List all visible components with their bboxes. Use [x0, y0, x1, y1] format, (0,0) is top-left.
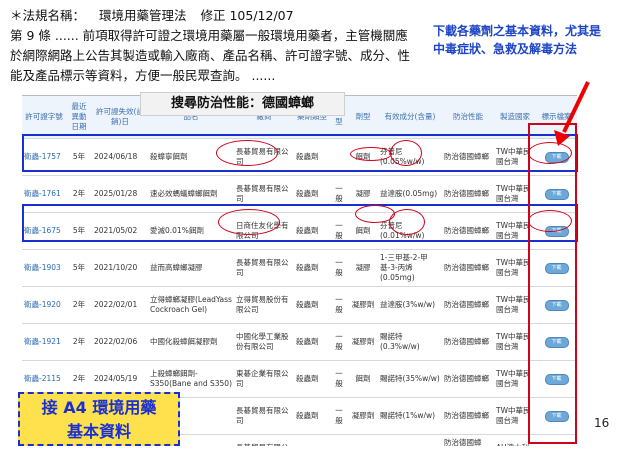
table-cell: 立得蟑螂凝膠(LeadYass Cockroach Gel) [148, 286, 234, 324]
table-cell: 賜諾特(0.3%w/w) [378, 323, 442, 361]
table-row: 衛蟲-1920 2年 2022/02/01 立得蟑螂凝膠(LeadYass Cockr… [22, 286, 577, 324]
table-cell: 凝膠 [348, 249, 378, 287]
table-cell: 一般 [330, 397, 348, 435]
table-cell: 凝膠劑 [348, 434, 378, 446]
table-cell: 防治德國蟑螂 [442, 249, 494, 287]
attachment-line-2: 基本資料 [66, 422, 131, 441]
table-cell: 2022/02/06 [92, 323, 148, 361]
pointer-arrow-icon [554, 81, 590, 146]
table-cell: 賜諾特(35%w/w) [378, 360, 442, 398]
table-cell: 2年 [66, 286, 92, 324]
table-cell: 殺蟲劑 [294, 360, 330, 398]
table-cell: 殺蟲劑 [294, 249, 330, 287]
search-banner: 搜尋防治性能：德國蟑螂 [140, 92, 345, 116]
download-note: 下載各藥劑之基本資料，尤其是 中毒症狀、急救及解毒方法 [433, 22, 633, 58]
table-cell: 2年 [66, 323, 92, 361]
table-cell: 一般 [330, 360, 348, 398]
table-cell: 長碁貿易有限公司 [234, 434, 294, 446]
law-revision: 修正 105/12/07 [200, 8, 294, 23]
table-cell: 一般 [330, 434, 348, 446]
table-cell: 防治德國蟑螂 [442, 286, 494, 324]
table-cell: 2021/10/20 [92, 249, 148, 287]
table-cell: 殺蟲劑 [294, 323, 330, 361]
table-cell: 防治德國蟑螂、家蠅、淡色庫蚊 [442, 434, 494, 446]
table-cell: 東碁企業有限公司 [234, 360, 294, 398]
article-text: 第 9 條 ...... 前項取得許可證之環境用藥屬一般環境用藥者，主管機關應於… [10, 28, 411, 83]
attachment-line-1: 接 A4 環境用藥 [41, 398, 157, 417]
note-line-1: 下載各藥劑之基本資料，尤其是 [433, 24, 602, 38]
table-cell: 殺蟲劑 [294, 286, 330, 324]
table-cell: 中國化殺蟑餌凝膠劑 [148, 323, 234, 361]
table-cell: 一般 [330, 249, 348, 287]
highlight-row-3 [22, 204, 578, 242]
table-cell: 凝膠劑 [348, 397, 378, 435]
table-row: 衛蟲-1921 2年 2022/02/06 中國化殺蟑餌凝膠劑 中國化學工業股份有限公司… [22, 323, 577, 361]
table-cell: 餌劑 [348, 360, 378, 398]
table-cell: 一般 [330, 286, 348, 324]
column-header[interactable]: 有效成分(含量) [378, 96, 442, 139]
table-cell: 益而高蟑螂凝膠 [148, 249, 234, 287]
table-cell: 凝膠劑 [348, 323, 378, 361]
license-number-link[interactable]: 衛蟲-1921 [22, 323, 66, 361]
attachment-label: 接 A4 環境用藥 基本資料 [18, 392, 180, 446]
table-cell: 長碁貿易有限公司 [234, 397, 294, 435]
law-title-line: ＊法規名稱： 環境用藥管理法 修正 105/12/07 [10, 6, 415, 26]
table-row: 衛蟲-1903 5年 2021/10/20 益而高蟑螂凝膠 長碁貿易有限公司 殺蟲劑 一般凝… [22, 249, 577, 287]
table-cell: 立得貿易股份有限公司 [234, 286, 294, 324]
law-excerpt: ＊法規名稱： 環境用藥管理法 修正 105/12/07 第 9 條 ......… [10, 6, 415, 86]
table-cell: 防治德國蟑螂 [442, 360, 494, 398]
table-cell: 賜諾特(1%w/w) [378, 397, 442, 435]
column-header[interactable]: 最近異動日期 [66, 96, 92, 139]
circle-target-3 [389, 209, 425, 235]
column-header[interactable]: 劑型 [348, 96, 378, 139]
table-cell: 防治德國蟑螂 [442, 323, 494, 361]
column-header[interactable]: 許可證字號 [22, 96, 66, 139]
table-cell: 5年 [66, 249, 92, 287]
table-cell: 2022/02/01 [92, 286, 148, 324]
note-line-2: 中毒症狀、急救及解毒方法 [433, 42, 578, 56]
law-label: ＊法規名稱： [10, 8, 86, 23]
table-cell: 1-三甲基-2-甲基-3-丙烯(0.05mg) [378, 249, 442, 287]
circle-ingredient-1 [350, 147, 392, 161]
page-number: 16 [594, 416, 610, 430]
table-cell: 長碁貿易有限公司 [234, 249, 294, 287]
law-name: 環境用藥管理法 [99, 8, 187, 23]
table-cell: 一般 [330, 323, 348, 361]
table-cell: 殺蟲劑 [294, 397, 330, 435]
circle-target-1 [390, 140, 422, 166]
table-cell: 凝膠劑 [348, 286, 378, 324]
circle-vendor-1 [216, 140, 278, 166]
download-column-highlight [528, 123, 577, 444]
license-number-link[interactable]: 衛蟲-1920 [22, 286, 66, 324]
license-number-link[interactable]: 衛蟲-1903 [22, 249, 66, 287]
column-header[interactable]: 防治性能 [442, 96, 494, 139]
table-cell: 必克蟑(50%w/w) [378, 434, 442, 446]
table-cell: 殺蟲劑 [294, 434, 330, 446]
table-cell: 益達胺(3%w/w) [378, 286, 442, 324]
table-cell: 防治德國蟑螂 [442, 397, 494, 435]
circle-vendor-3 [218, 209, 280, 235]
highlight-row-1 [22, 134, 578, 172]
table-cell: 中國化學工業股份有限公司 [234, 323, 294, 361]
